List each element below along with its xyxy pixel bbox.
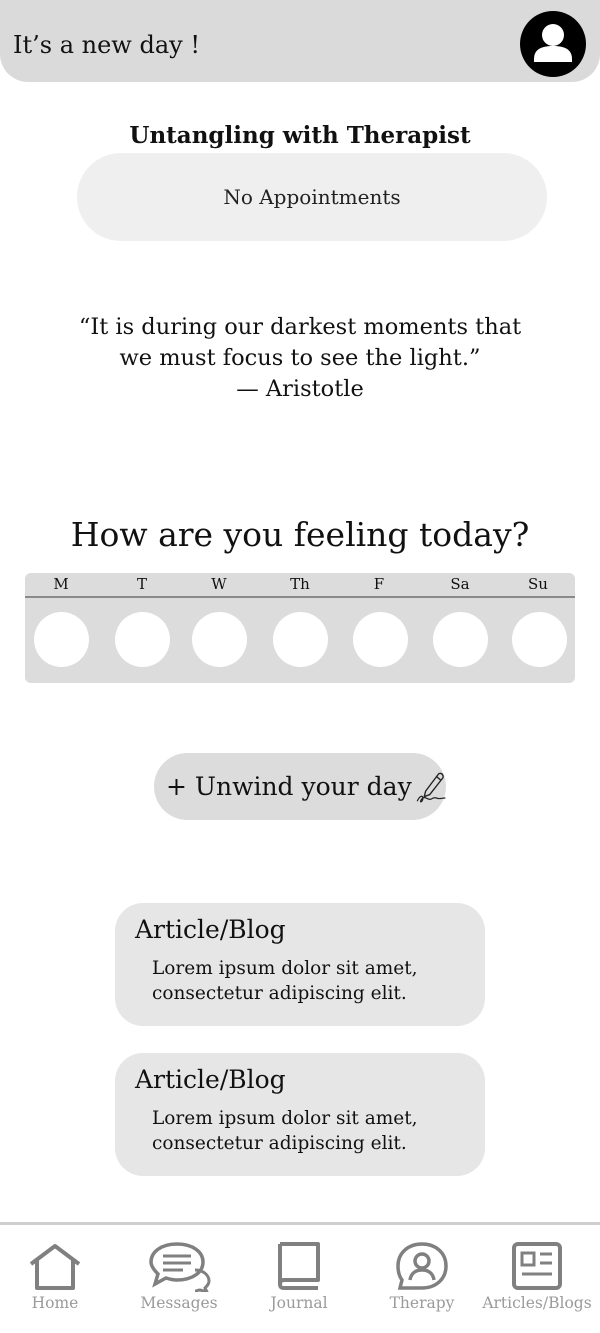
nav-home[interactable]: Home	[10, 1240, 100, 1312]
user-avatar-icon[interactable]	[520, 11, 586, 77]
quote-line-2: we must focus to see the light.”	[119, 345, 481, 371]
day-label-mon: M	[53, 575, 69, 593]
article-title: Article/Blog	[135, 1065, 286, 1094]
articles-icon	[512, 1242, 562, 1290]
nav-articles[interactable]: Articles/Blogs	[478, 1240, 596, 1312]
article-excerpt-line-2: consectetur adipiscing elit.	[152, 1133, 407, 1154]
daily-quote: “It is during our darkest moments that w…	[40, 312, 560, 405]
mood-circle-sun[interactable]	[512, 612, 567, 667]
nav-home-label: Home	[31, 1294, 79, 1312]
greeting-text: It’s a new day !	[13, 31, 200, 59]
mood-circle-fri[interactable]	[353, 612, 408, 667]
mood-circle-wed[interactable]	[192, 612, 247, 667]
article-excerpt-line-2: consectetur adipiscing elit.	[152, 983, 407, 1004]
nav-messages[interactable]: Messages	[133, 1240, 225, 1312]
quote-author: — Aristotle	[236, 376, 364, 402]
messages-icon	[149, 1242, 211, 1292]
day-label-thu: Th	[290, 575, 310, 593]
nav-articles-label: Articles/Blogs	[482, 1294, 592, 1312]
article-excerpt-line-1: Lorem ipsum dolor sit amet,	[152, 958, 418, 979]
nav-therapy-label: Therapy	[389, 1294, 455, 1312]
therapy-icon	[396, 1242, 448, 1290]
appointments-status: No Appointments	[223, 185, 401, 209]
nav-therapy[interactable]: Therapy	[378, 1240, 466, 1312]
mood-circle-thu[interactable]	[273, 612, 328, 667]
unwind-button-label: + Unwind your day	[166, 772, 412, 801]
nav-journal[interactable]: Journal	[258, 1240, 340, 1312]
article-title: Article/Blog	[135, 915, 286, 944]
mood-divider	[25, 596, 575, 598]
nav-journal-label: Journal	[270, 1294, 328, 1312]
unwind-your-day-button[interactable]: + Unwind your day	[154, 753, 446, 820]
appointments-card[interactable]: No Appointments	[77, 153, 547, 241]
article-card[interactable]: Article/Blog Lorem ipsum dolor sit amet,…	[115, 903, 485, 1026]
journal-icon	[278, 1242, 320, 1290]
nav-messages-label: Messages	[140, 1294, 218, 1312]
mood-circle-sat[interactable]	[433, 612, 488, 667]
mood-circle-mon[interactable]	[34, 612, 89, 667]
day-label-fri: F	[373, 575, 385, 593]
nav-divider	[0, 1222, 600, 1225]
quote-line-1: “It is during our darkest moments that	[78, 314, 522, 340]
day-label-tue: T	[136, 575, 147, 593]
article-excerpt: Lorem ipsum dolor sit amet, consectetur …	[152, 1106, 472, 1156]
pen-icon	[416, 772, 446, 802]
home-icon	[29, 1244, 81, 1290]
day-label-sun: Su	[528, 575, 548, 593]
day-label-sat: Sa	[450, 575, 470, 593]
article-excerpt: Lorem ipsum dolor sit amet, consectetur …	[152, 956, 472, 1006]
mood-circle-tue[interactable]	[115, 612, 170, 667]
article-card[interactable]: Article/Blog Lorem ipsum dolor sit amet,…	[115, 1053, 485, 1176]
article-excerpt-line-1: Lorem ipsum dolor sit amet,	[152, 1108, 418, 1129]
therapist-section-title: Untangling with Therapist	[129, 122, 471, 149]
day-label-wed: W	[211, 575, 227, 593]
mood-heading: How are you feeling today?	[70, 515, 530, 554]
